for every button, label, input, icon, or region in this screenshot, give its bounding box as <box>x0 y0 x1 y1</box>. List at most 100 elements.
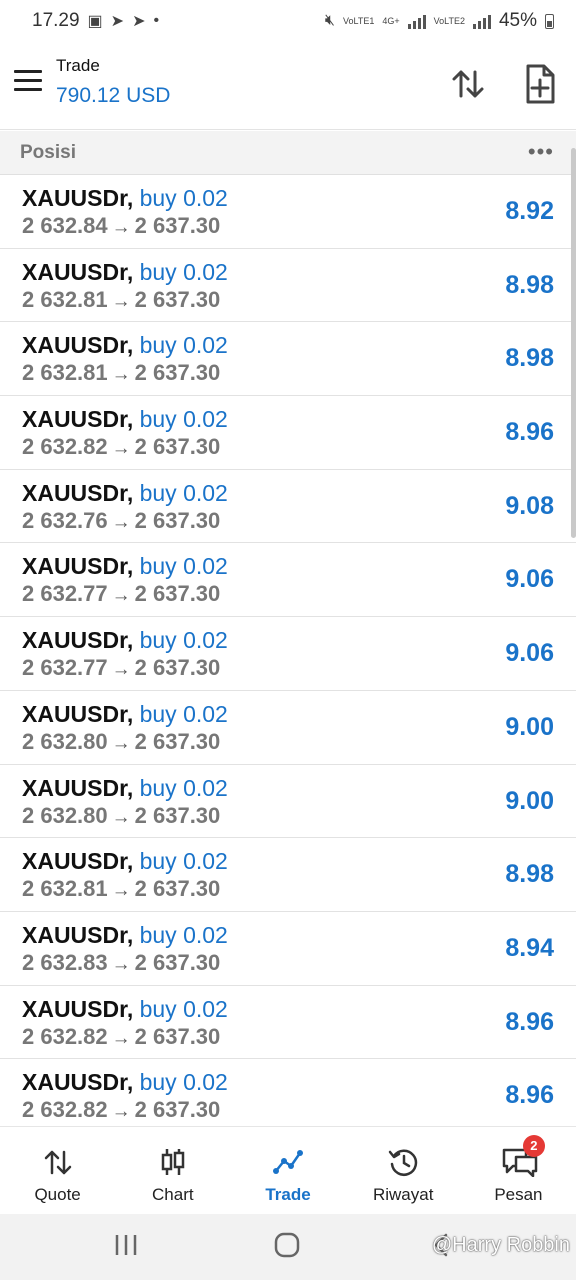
position-symbol: XAUUSDr <box>22 995 127 1022</box>
network-label: 4G+ <box>382 15 400 26</box>
open-price: 2 632.80 <box>22 728 108 754</box>
arrow-right-icon: → <box>111 217 131 238</box>
position-row[interactable]: XAUUSDr, buy 0.02 2 632.81 → 2 637.30 8.98 <box>0 248 576 323</box>
position-side: buy 0.02 <box>139 185 228 211</box>
nav-item-messages[interactable]: 2 Pesan <box>461 1127 576 1214</box>
position-profit: 8.98 <box>505 860 554 889</box>
position-profit: 9.00 <box>505 712 554 741</box>
home-icon[interactable] <box>274 1232 300 1263</box>
current-price: 2 637.30 <box>134 728 221 754</box>
open-price: 2 632.81 <box>22 360 108 386</box>
system-nav-bar: @Harry Robbin <box>0 1214 576 1280</box>
position-symbol: XAUUSDr <box>22 848 127 875</box>
menu-icon[interactable] <box>14 70 42 92</box>
nav-item-chart[interactable]: Chart <box>115 1127 230 1214</box>
sim2-label: VoLTE2 <box>433 15 465 26</box>
position-symbol: XAUUSDr <box>22 700 127 727</box>
nav-item-quote[interactable]: Quote <box>0 1127 115 1214</box>
recent-apps-icon[interactable] <box>114 1232 138 1263</box>
position-profit: 8.96 <box>505 1007 554 1036</box>
mute-icon: 🔇︎ <box>324 12 335 29</box>
more-notifications-icon: • <box>153 12 160 29</box>
open-price: 2 632.82 <box>22 434 108 460</box>
position-profit: 8.94 <box>505 933 554 962</box>
more-options-icon[interactable]: ••• <box>528 139 554 165</box>
telegram-icon: ➤ <box>132 13 146 30</box>
position-side: buy 0.02 <box>139 921 228 948</box>
position-row[interactable]: XAUUSDr, buy 0.02 2 632.82 → 2 637.30 8.96 <box>0 1059 576 1125</box>
arrow-right-icon: → <box>111 364 131 386</box>
position-row[interactable]: XAUUSDr, buy 0.02 2 632.84 → 2 637.30 8.92 <box>0 175 576 249</box>
position-symbol: XAUUSDr <box>22 553 127 580</box>
position-profit: 9.06 <box>505 639 554 668</box>
arrow-right-icon: → <box>111 1027 131 1049</box>
account-balance: 790.12 USD <box>56 84 171 107</box>
open-price: 2 632.80 <box>22 802 108 828</box>
battery-percent: 45% <box>498 10 537 31</box>
new-order-icon[interactable] <box>520 62 560 106</box>
nav-item-history[interactable]: Riwayat <box>346 1127 461 1214</box>
position-profit: 9.08 <box>505 491 554 520</box>
app-header: Trade 790.12 USD <box>0 42 576 130</box>
arrow-right-icon: → <box>111 438 131 460</box>
position-side: buy 0.02 <box>139 479 228 506</box>
open-price: 2 632.77 <box>22 655 108 681</box>
sim1-label: VoLTE1 <box>342 15 375 26</box>
nav-item-trade[interactable]: Trade <box>230 1127 345 1214</box>
position-row[interactable]: XAUUSDr, buy 0.02 2 632.81 → 2 637.30 8.98 <box>0 322 576 397</box>
current-price: 2 637.30 <box>134 949 221 975</box>
position-row[interactable]: XAUUSDr, buy 0.02 2 632.82 → 2 637.30 8.96 <box>0 396 576 470</box>
open-price: 2 632.83 <box>22 949 108 975</box>
arrow-right-icon: → <box>111 1101 131 1123</box>
sort-icon[interactable] <box>448 64 488 104</box>
position-symbol: XAUUSDr <box>22 185 127 211</box>
nav-label: Quote <box>34 1185 81 1204</box>
battery-icon <box>545 13 554 29</box>
position-symbol: XAUUSDr <box>22 1069 127 1096</box>
position-row[interactable]: XAUUSDr, buy 0.02 2 632.76 → 2 637.30 9.08 <box>0 469 576 544</box>
bottom-nav: Quote Chart Trade Riwayat 2 Pesan <box>0 1126 576 1214</box>
nav-label: Riwayat <box>372 1185 434 1204</box>
position-row[interactable]: XAUUSDr, buy 0.02 2 632.81 → 2 637.30 8.98 <box>0 838 576 912</box>
open-price: 2 632.82 <box>22 1023 108 1049</box>
position-side: buy 0.02 <box>139 332 228 359</box>
position-profit: 8.98 <box>505 344 554 373</box>
candlestick-icon <box>157 1147 189 1177</box>
position-profit: 9.00 <box>505 786 554 815</box>
position-profit: 8.96 <box>505 418 554 447</box>
status-bar: 17.29 ▣ ➤ ➤ • 🔇︎ VoLTE1 4G+ VoLTE2 45% <box>0 0 576 42</box>
arrow-right-icon: → <box>111 880 131 902</box>
position-profit: 8.96 <box>505 1081 554 1110</box>
position-symbol: XAUUSDr <box>22 406 127 433</box>
position-row[interactable]: XAUUSDr, buy 0.02 2 632.83 → 2 637.30 8.94 <box>0 911 576 986</box>
gallery-icon: ▣ <box>87 13 103 30</box>
current-price: 2 637.30 <box>134 1023 221 1049</box>
watermark: @Harry Robbin <box>431 1234 570 1256</box>
scrollbar[interactable] <box>571 148 576 538</box>
status-time: 17.29 <box>32 10 80 31</box>
position-symbol: XAUUSDr <box>22 627 127 654</box>
position-row[interactable]: XAUUSDr, buy 0.02 2 632.77 → 2 637.30 9.06 <box>0 543 576 618</box>
current-price: 2 637.30 <box>134 507 221 533</box>
open-price: 2 632.77 <box>22 581 108 607</box>
open-price: 2 632.84 <box>22 213 108 238</box>
position-side: buy 0.02 <box>139 774 228 801</box>
arrow-right-icon: → <box>111 290 131 312</box>
position-profit: 8.92 <box>505 197 554 225</box>
position-row[interactable]: XAUUSDr, buy 0.02 2 632.80 → 2 637.30 9.00 <box>0 690 576 765</box>
position-side: buy 0.02 <box>139 1069 228 1096</box>
position-symbol: XAUUSDr <box>22 774 127 801</box>
current-price: 2 637.30 <box>134 655 221 681</box>
arrow-right-icon: → <box>111 806 131 828</box>
position-symbol: XAUUSDr <box>22 332 127 359</box>
position-profit: 8.98 <box>505 270 554 299</box>
position-side: buy 0.02 <box>139 406 228 433</box>
position-row[interactable]: XAUUSDr, buy 0.02 2 632.82 → 2 637.30 8.96 <box>0 985 576 1060</box>
notification-badge: 2 <box>522 1135 545 1157</box>
position-row[interactable]: XAUUSDr, buy 0.02 2 632.80 → 2 637.30 9.00 <box>0 764 576 839</box>
open-price: 2 632.81 <box>22 876 108 902</box>
arrow-right-icon: → <box>111 659 131 681</box>
positions-section-header: Posisi ••• <box>0 131 576 175</box>
position-row[interactable]: XAUUSDr, buy 0.02 2 632.77 → 2 637.30 9.06 <box>0 617 576 691</box>
position-symbol: XAUUSDr <box>22 921 127 948</box>
